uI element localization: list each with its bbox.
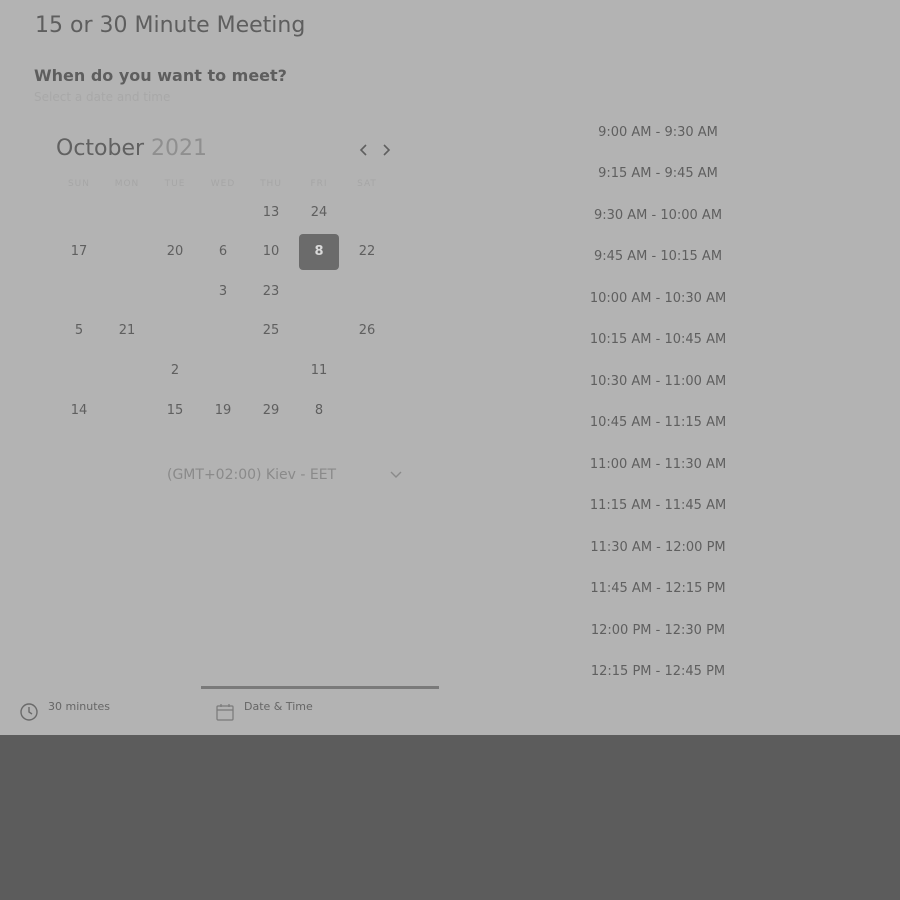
calendar-day[interactable]: 8 (299, 392, 339, 428)
calendar-day[interactable]: 3 (203, 273, 243, 309)
time-slot-button[interactable]: 10:45 AM - 11:15 AM (560, 403, 756, 443)
calendar-day (203, 352, 243, 388)
calendar-day[interactable]: 23 (251, 273, 291, 309)
calendar-day (107, 273, 147, 309)
step-duration-label: 30 minutes (48, 700, 111, 713)
time-slot-button[interactable]: 11:15 AM - 11:45 AM (560, 486, 756, 526)
calendar-day[interactable]: 15 (155, 392, 195, 428)
calendar-day[interactable]: 6 (203, 234, 243, 270)
calendar-day (299, 313, 339, 349)
time-slot-button[interactable]: 10:00 AM - 10:30 AM (560, 278, 756, 318)
calendar-year: 2021 (151, 136, 208, 161)
section-heading: When do you want to meet? (34, 66, 287, 85)
page-title: 15 or 30 Minute Meeting (35, 13, 306, 38)
calendar-day[interactable]: 2 (155, 352, 195, 388)
weekday-label: WED (210, 179, 236, 189)
weekday-label: THU (260, 179, 282, 189)
chevron-right-icon (383, 144, 391, 156)
prev-month-button[interactable] (355, 140, 373, 160)
clock-icon (20, 703, 38, 721)
weekday-header: SUN MON TUE WED THU FRI SAT (55, 179, 390, 193)
calendar-day[interactable]: 22 (347, 234, 387, 270)
section-hint: Select a date and time (34, 90, 171, 104)
step-duration[interactable]: 30 minutes (19, 697, 179, 729)
calendar-day (299, 273, 339, 309)
calendar-month-year: October 2021 (56, 136, 207, 161)
calendar-day (251, 352, 291, 388)
calendar-day (347, 194, 387, 230)
step-date-time-label: Date & Time (244, 700, 313, 713)
calendar-day[interactable]: 19 (203, 392, 243, 428)
calendar-day[interactable]: 26 (347, 313, 387, 349)
step-progress-indicator (201, 686, 439, 689)
calendar-day (155, 273, 195, 309)
time-slot-button[interactable]: 10:15 AM - 10:45 AM (560, 320, 756, 360)
calendar-day[interactable]: 17 (59, 234, 99, 270)
page-backdrop (0, 735, 900, 900)
calendar-day (59, 352, 99, 388)
calendar-month: October (56, 136, 145, 161)
calendar-day[interactable]: 11 (299, 352, 339, 388)
calendar-day (107, 392, 147, 428)
weekday-label: FRI (310, 179, 328, 189)
calendar-day (347, 352, 387, 388)
chevron-left-icon (359, 144, 367, 156)
time-slot-button[interactable]: 9:15 AM - 9:45 AM (560, 154, 756, 194)
next-month-button[interactable] (377, 140, 395, 160)
calendar-day (155, 194, 195, 230)
calendar-day[interactable]: 13 (251, 194, 291, 230)
calendar-day (107, 352, 147, 388)
calendar-day (107, 194, 147, 230)
calendar-day-selected[interactable]: 8 (299, 233, 339, 270)
time-slot-button[interactable]: 11:30 AM - 12:00 PM (560, 527, 756, 567)
calendar-day (203, 194, 243, 230)
calendar-day[interactable]: 14 (59, 392, 99, 428)
calendar-day[interactable]: 29 (251, 392, 291, 428)
time-slot-button[interactable]: 12:15 PM - 12:45 PM (560, 652, 756, 692)
timezone-select[interactable]: (GMT+02:00) Kiev - EET (160, 462, 410, 488)
weekday-label: SUN (67, 179, 91, 189)
calendar-day[interactable]: 24 (299, 194, 339, 230)
time-slot-button[interactable]: 9:45 AM - 10:15 AM (560, 237, 756, 277)
calendar-day (347, 392, 387, 428)
calendar-icon (216, 704, 234, 721)
weekday-label: MON (114, 179, 140, 189)
weekday-label: SAT (357, 179, 377, 189)
calendar-day (347, 273, 387, 309)
calendar-day[interactable]: 5 (59, 313, 99, 349)
time-slot-button[interactable]: 9:30 AM - 10:00 AM (560, 195, 756, 235)
calendar-day (155, 313, 195, 349)
time-slot-button[interactable]: 10:30 AM - 11:00 AM (560, 361, 756, 401)
time-slot-button[interactable]: 11:45 AM - 12:15 PM (560, 569, 756, 609)
time-slot-button[interactable]: 11:00 AM - 11:30 AM (560, 444, 756, 484)
calendar-day (107, 234, 147, 270)
calendar-day[interactable]: 20 (155, 234, 195, 270)
step-date-time[interactable]: Date & Time (215, 697, 415, 729)
calendar-day[interactable]: 21 (107, 313, 147, 349)
chevron-down-icon (390, 471, 402, 478)
weekday-label: TUE (164, 179, 186, 189)
timezone-label: (GMT+02:00) Kiev - EET (167, 467, 337, 483)
booking-panel: 15 or 30 Minute Meeting When do you want… (0, 0, 900, 735)
time-slot-button[interactable]: 12:00 PM - 12:30 PM (560, 610, 756, 650)
calendar-day (59, 273, 99, 309)
calendar-day[interactable]: 25 (251, 313, 291, 349)
calendar-day[interactable]: 10 (251, 234, 291, 270)
calendar-day (59, 194, 99, 230)
time-slot-button[interactable]: 9:00 AM - 9:30 AM (560, 112, 756, 152)
calendar-day (203, 313, 243, 349)
